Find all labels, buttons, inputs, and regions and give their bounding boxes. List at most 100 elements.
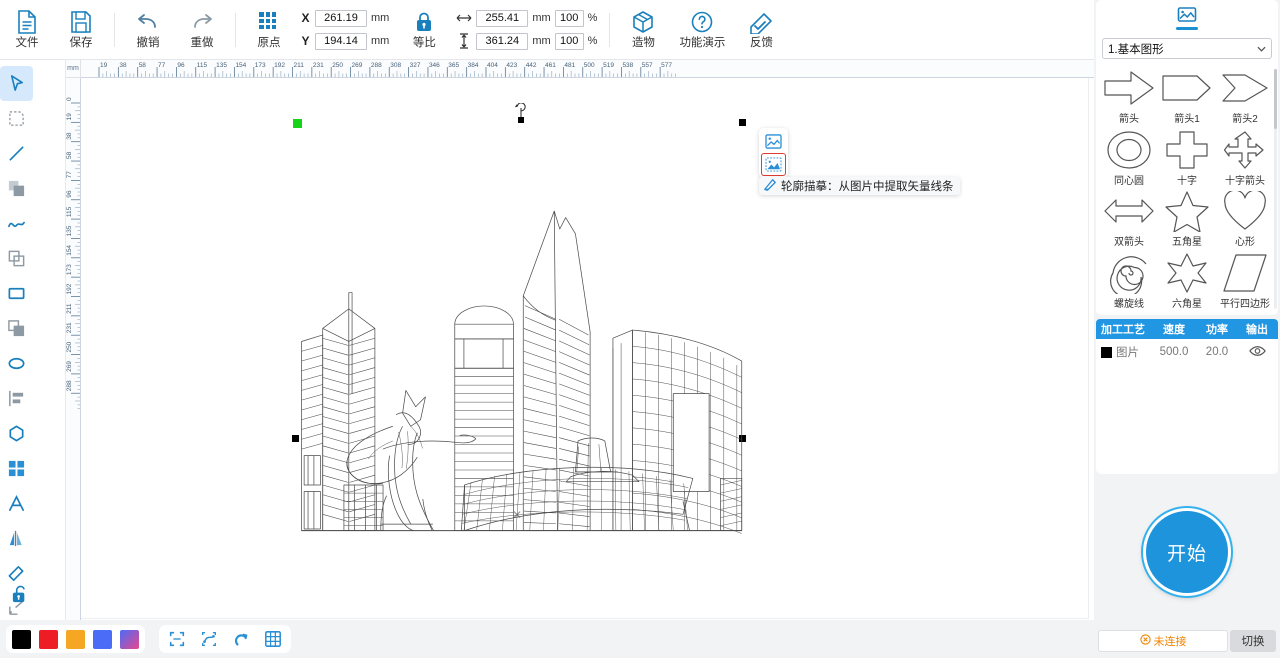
shape-arrow[interactable]: 箭头 — [1100, 65, 1158, 127]
x-axis-label: X — [300, 11, 311, 25]
shape-double-arrow[interactable]: 双箭头 — [1100, 188, 1158, 250]
swatch-blue[interactable] — [93, 630, 112, 649]
connection-status-button[interactable]: 未连接 — [1098, 630, 1228, 652]
shape-cross-arrow[interactable]: 十字箭头 — [1216, 127, 1274, 189]
city-skyline-artwork[interactable] — [295, 198, 745, 543]
text-tool[interactable] — [0, 486, 33, 521]
panel-tabs — [1096, 0, 1278, 34]
shape-cross[interactable]: 十字 — [1158, 127, 1216, 189]
select-tool[interactable] — [0, 66, 33, 101]
node-edit-tool[interactable] — [0, 101, 33, 136]
ellipse-tool[interactable] — [0, 346, 33, 381]
subtract-tool[interactable] — [0, 241, 33, 276]
undo-button[interactable]: 撤销 — [121, 2, 175, 58]
svg-text:231: 231 — [313, 62, 324, 69]
shape-six-star[interactable]: 六角星 — [1158, 250, 1216, 312]
process-table-body: 图片 500.0 20.0 — [1096, 339, 1278, 474]
save-label: 保存 — [70, 37, 93, 50]
shape-label: 心形 — [1235, 233, 1255, 248]
svg-text:442: 442 — [526, 62, 537, 69]
swatch-orange[interactable] — [66, 630, 85, 649]
swatch-red[interactable] — [39, 630, 58, 649]
width-field-row: mm % — [455, 9, 597, 27]
width-percent-input[interactable] — [555, 10, 584, 27]
line-tool[interactable] — [0, 136, 33, 171]
union-tool[interactable] — [0, 171, 33, 206]
origin-button[interactable]: 原点 — [242, 2, 296, 58]
contour-trace-tooltip: 轮廓描摹：从图片中提取矢量线条 — [759, 177, 960, 195]
start-button[interactable]: 开始 — [1143, 508, 1231, 596]
svg-text:154: 154 — [66, 245, 73, 256]
y-input[interactable] — [315, 33, 367, 50]
concentric-circle-shape — [1106, 127, 1152, 173]
svg-text:192: 192 — [274, 62, 285, 69]
svg-text:154: 154 — [235, 62, 246, 69]
feedback-button[interactable]: 反馈 — [734, 2, 788, 58]
table-row[interactable]: 图片 500.0 20.0 — [1096, 339, 1278, 365]
rotate-handle[interactable] — [513, 103, 529, 130]
graphics-library-tab[interactable] — [1176, 4, 1198, 30]
svg-text:115: 115 — [66, 206, 73, 217]
svg-text:231: 231 — [66, 322, 73, 333]
swatch-gradient[interactable] — [120, 630, 139, 649]
process-name-cell: 图片 — [1096, 344, 1152, 360]
save-button[interactable]: 保存 — [54, 2, 108, 58]
file-button[interactable]: 文件 — [0, 2, 54, 58]
svg-text:461: 461 — [545, 62, 556, 69]
curve-tool[interactable] — [0, 206, 33, 241]
top-toolbar: 文件 保存 撤销 重做 — [0, 0, 1094, 60]
power-value[interactable]: 20.0 — [1196, 346, 1238, 358]
svg-text:288: 288 — [371, 62, 382, 69]
image-trace-preview-icon[interactable] — [762, 131, 785, 152]
horizontal-ruler[interactable]: 1938587796115135154173192211231250269288… — [81, 60, 1094, 78]
process-table-card: 加工工艺 速度 功率 输出 图片 500.0 20.0 — [1096, 319, 1278, 474]
polygon-tool[interactable] — [0, 416, 33, 451]
svg-text:250: 250 — [332, 62, 343, 69]
shape-spiral[interactable]: 螺旋线 — [1100, 250, 1158, 312]
swatch-black[interactable] — [12, 630, 31, 649]
svg-text:173: 173 — [255, 62, 266, 69]
output-toggle[interactable] — [1238, 345, 1276, 360]
canvas-lock-button[interactable] — [4, 578, 37, 610]
aspect-lock-button[interactable]: 等比 — [397, 2, 451, 58]
shape-scrollbar-thumb[interactable] — [1274, 69, 1277, 129]
rectangle-tool[interactable] — [0, 276, 33, 311]
bounding-box-icon[interactable] — [165, 627, 189, 651]
magnet-snap-icon[interactable] — [229, 627, 253, 651]
shape-label: 箭头2 — [1232, 110, 1258, 125]
disconnected-icon — [1140, 634, 1151, 648]
speed-value[interactable]: 500.0 — [1152, 346, 1196, 358]
page-sheet[interactable]: ✕ — [81, 78, 1088, 618]
redo-icon — [189, 9, 215, 35]
array-tool[interactable] — [0, 451, 33, 486]
shape-heart[interactable]: 心形 — [1216, 188, 1274, 250]
shape-arrow1[interactable]: 箭头1 — [1158, 65, 1216, 127]
grid-toggle-icon[interactable] — [261, 627, 285, 651]
intersect-tool[interactable] — [0, 311, 33, 346]
width-input[interactable] — [476, 10, 528, 27]
mirror-tool[interactable] — [0, 521, 33, 556]
demo-button[interactable]: 功能演示 — [670, 2, 734, 58]
shape-concentric-circle[interactable]: 同心圆 — [1100, 127, 1158, 189]
svg-text:538: 538 — [622, 62, 633, 69]
shape-category-select[interactable]: 1.基本图形 — [1102, 38, 1272, 59]
vertical-ruler[interactable]: 0193858779611513515417319221123125026928… — [66, 78, 81, 620]
switch-button[interactable]: 切换 — [1230, 630, 1276, 652]
x-field-row: X mm — [300, 9, 389, 27]
canvas-area[interactable]: ✕ — [81, 78, 1094, 620]
layer-color-chip[interactable] — [1101, 347, 1112, 358]
svg-text:500: 500 — [584, 62, 595, 69]
x-input[interactable] — [315, 10, 367, 27]
node-select-icon[interactable] — [197, 627, 221, 651]
selection-handle-top-right[interactable] — [739, 119, 746, 126]
height-input[interactable] — [476, 33, 528, 50]
create-button[interactable]: 造物 — [616, 2, 670, 58]
height-percent-input[interactable] — [555, 33, 584, 50]
align-tool[interactable] — [0, 381, 33, 416]
contour-trace-icon[interactable] — [762, 154, 785, 175]
shape-parallelogram[interactable]: 平行四边形 — [1216, 250, 1274, 312]
redo-label: 重做 — [191, 37, 214, 50]
shape-arrow2[interactable]: 箭头2 — [1216, 65, 1274, 127]
redo-button[interactable]: 重做 — [175, 2, 229, 58]
shape-five-star[interactable]: 五角星 — [1158, 188, 1216, 250]
